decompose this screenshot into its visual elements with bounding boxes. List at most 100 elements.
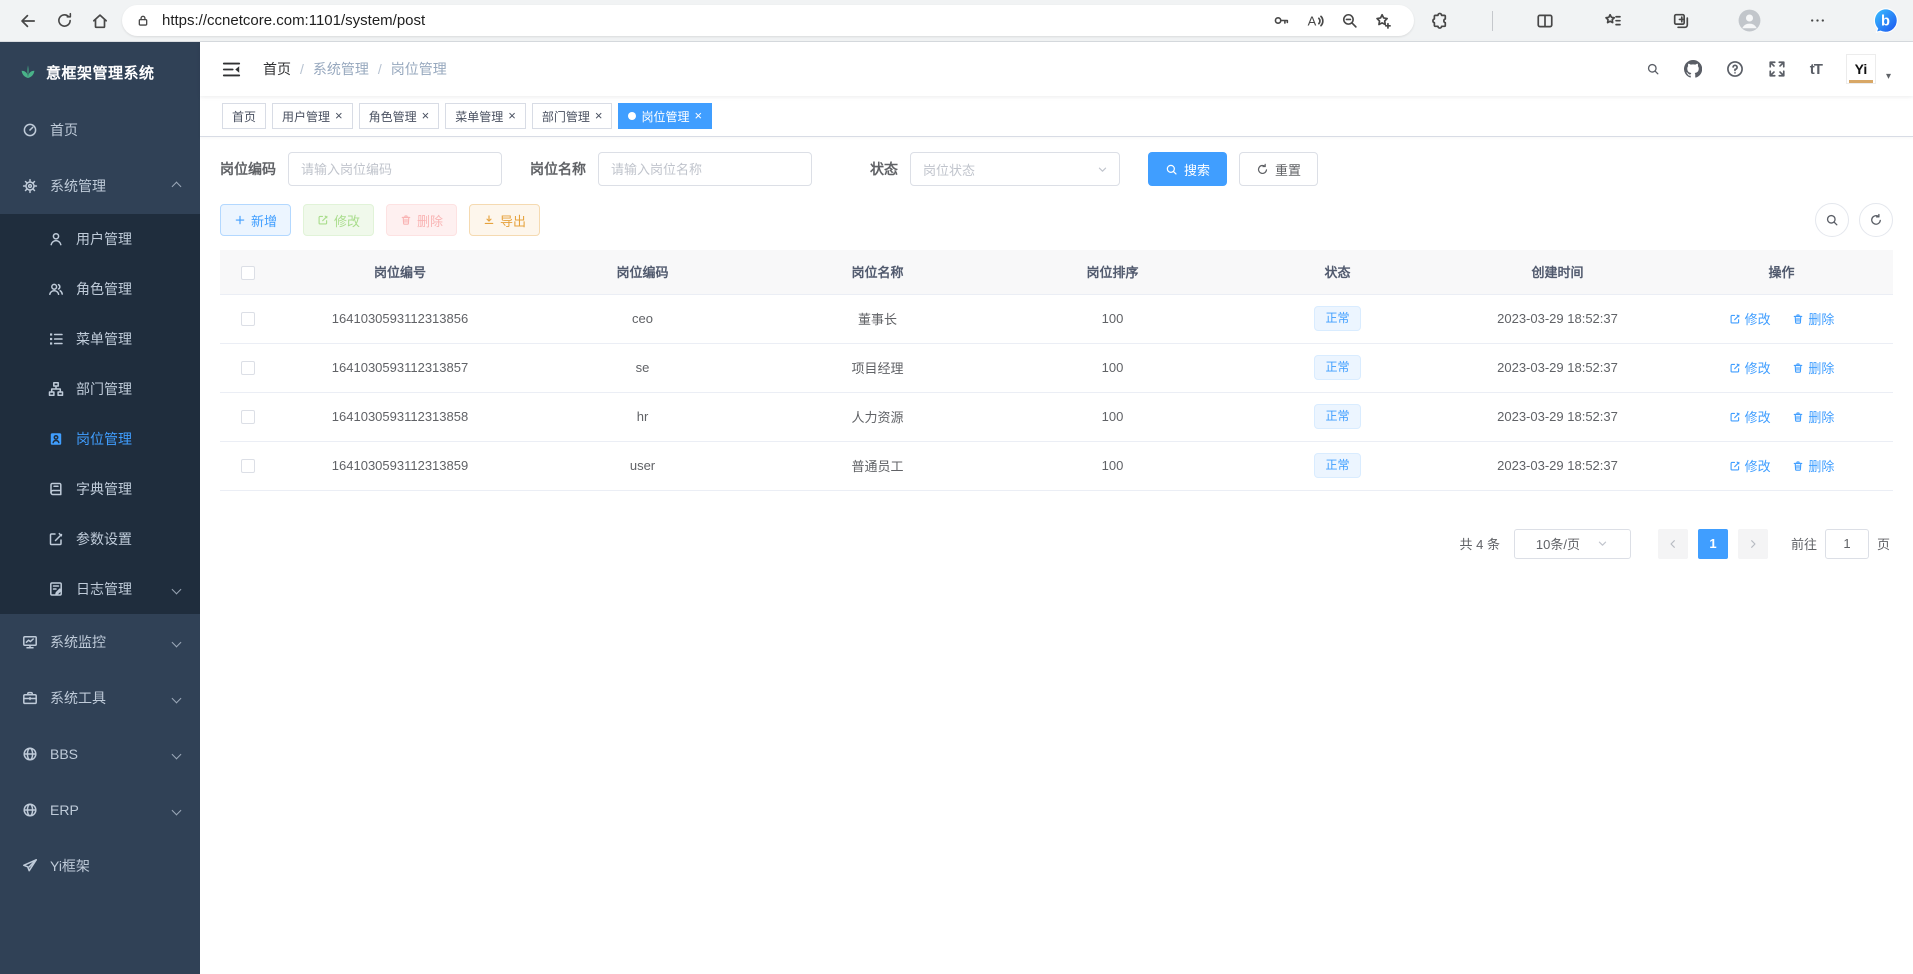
help-icon[interactable] [1726,60,1744,78]
tab-menu-management[interactable]: 菜单管理× [445,103,526,129]
browser-refresh-button[interactable] [46,4,82,38]
page-number-1[interactable]: 1 [1698,529,1728,559]
sidebar-item-dict-management[interactable]: 字典管理 [0,464,200,514]
row-delete-link[interactable]: 删除 [1792,456,1834,475]
next-page-button[interactable] [1738,529,1768,559]
tab-role-management[interactable]: 角色管理× [359,103,440,129]
sidebar-item-user-management[interactable]: 用户管理 [0,214,200,264]
page-size-select[interactable]: 10条/页 [1514,529,1631,559]
text-size-icon[interactable]: tT [1810,61,1822,78]
status-select[interactable]: 岗位状态 [910,152,1120,186]
select-all-checkbox[interactable] [241,266,255,280]
url-text[interactable]: https://ccnetcore.com:1101/system/post [162,12,1264,29]
app-title: 意框架管理系统 [46,62,155,83]
refresh-table-button[interactable] [1859,203,1893,237]
edit-button[interactable]: 修改 [303,204,374,236]
tab-dept-management[interactable]: 部门管理× [532,103,613,129]
delete-button[interactable]: 删除 [386,204,457,236]
tab-close-icon[interactable]: × [595,109,603,122]
sidebar-item-dept-management[interactable]: 部门管理 [0,364,200,414]
sidebar-item-menu-management[interactable]: 菜单管理 [0,314,200,364]
row-delete-link[interactable]: 删除 [1792,358,1834,377]
row-edit-link[interactable]: 修改 [1729,456,1771,475]
goto-page-input[interactable] [1825,529,1869,559]
post-name-input[interactable] [598,152,812,186]
sidebar-fold-icon[interactable] [222,60,241,79]
cell-post-name: 董事长 [760,294,995,343]
export-button[interactable]: 导出 [469,204,540,236]
breadcrumb-home[interactable]: 首页 [263,59,291,79]
arrow-left-icon [1667,538,1679,550]
app-logo[interactable]: 意框架管理系统 [0,42,200,102]
cell-post-code: ceo [525,294,760,343]
search-button[interactable]: 搜索 [1148,152,1227,186]
browser-address-bar[interactable]: https://ccnetcore.com:1101/system/post A [122,5,1414,36]
row-delete-link[interactable]: 删除 [1792,407,1834,426]
sidebar-item-label: 字典管理 [76,479,132,499]
table-toolbar: 新增 修改 删除 导出 [220,203,1893,237]
sidebar-item-log-management[interactable]: 日志管理 [0,564,200,614]
row-checkbox[interactable] [241,459,255,473]
breadcrumb-section[interactable]: 系统管理 [313,59,369,79]
sidebar-item-system-tools[interactable]: 系统工具 [0,670,200,726]
tab-post-management[interactable]: 岗位管理 × [618,103,712,129]
zoom-out-icon[interactable] [1332,7,1366,35]
read-aloud-icon[interactable]: A [1298,7,1332,35]
tab-close-icon[interactable]: × [335,109,343,122]
collections-icon[interactable] [1595,4,1631,38]
prev-page-button[interactable] [1658,529,1688,559]
row-checkbox[interactable] [241,410,255,424]
svg-text:b: b [1881,14,1890,30]
row-edit-link[interactable]: 修改 [1729,358,1771,377]
row-checkbox[interactable] [241,312,255,326]
header-search-icon[interactable] [1646,62,1660,76]
avatar-caret-icon[interactable]: ▾ [1886,71,1891,82]
sidebar-item-system-monitor[interactable]: 系统监控 [0,614,200,670]
row-checkbox[interactable] [241,361,255,375]
tab-copy-icon[interactable] [1663,4,1699,38]
col-header-actions: 操作 [1670,250,1893,294]
github-icon[interactable] [1684,60,1702,78]
trash-icon [1792,313,1804,325]
paper-plane-icon [22,858,38,874]
user-avatar[interactable]: Yi [1846,54,1876,84]
sidebar-item-post-management[interactable]: 岗位管理 [0,414,200,464]
favorite-add-icon[interactable] [1366,7,1400,35]
add-button[interactable]: 新增 [220,204,291,236]
bing-copilot-icon[interactable]: b [1867,4,1903,38]
browser-back-button[interactable] [10,4,46,38]
sidebar-item-role-management[interactable]: 角色管理 [0,264,200,314]
sidebar-item-home[interactable]: 首页 [0,102,200,158]
browser-home-button[interactable] [82,4,118,38]
tab-home[interactable]: 首页 [222,103,266,129]
post-badge-icon [48,431,64,447]
reset-button[interactable]: 重置 [1239,152,1318,186]
cell-post-id: 1641030593112313858 [275,392,525,441]
sidebar-item-param-settings[interactable]: 参数设置 [0,514,200,564]
tab-close-icon[interactable]: × [694,109,702,122]
cell-post-sort: 100 [995,392,1230,441]
row-delete-link[interactable]: 删除 [1792,309,1834,328]
cell-post-name: 人力资源 [760,392,995,441]
sidebar-item-yi-framework[interactable]: Yi框架 [0,838,200,894]
browser-menu-icon[interactable] [1799,4,1835,38]
fullscreen-icon[interactable] [1768,60,1786,78]
row-edit-link[interactable]: 修改 [1729,309,1771,328]
sidebar-item-erp[interactable]: ERP [0,782,200,838]
dashboard-icon [22,122,38,138]
profile-avatar-icon[interactable] [1731,4,1767,38]
sidebar-item-system-management[interactable]: 系统管理 [0,158,200,214]
extensions-icon[interactable] [1422,4,1458,38]
tab-close-icon[interactable]: × [422,109,430,122]
row-edit-link[interactable]: 修改 [1729,407,1771,426]
tab-label: 岗位管理 [641,108,689,125]
trash-icon [1792,362,1804,374]
toggle-search-button[interactable] [1815,203,1849,237]
split-screen-icon[interactable] [1527,4,1563,38]
password-key-icon[interactable] [1264,7,1298,35]
post-table: 岗位编号 岗位编码 岗位名称 岗位排序 状态 创建时间 操作 164103059… [220,250,1893,491]
sidebar-item-bbs[interactable]: BBS [0,726,200,782]
tab-user-management[interactable]: 用户管理× [272,103,353,129]
post-code-input[interactable] [288,152,502,186]
tab-close-icon[interactable]: × [508,109,516,122]
